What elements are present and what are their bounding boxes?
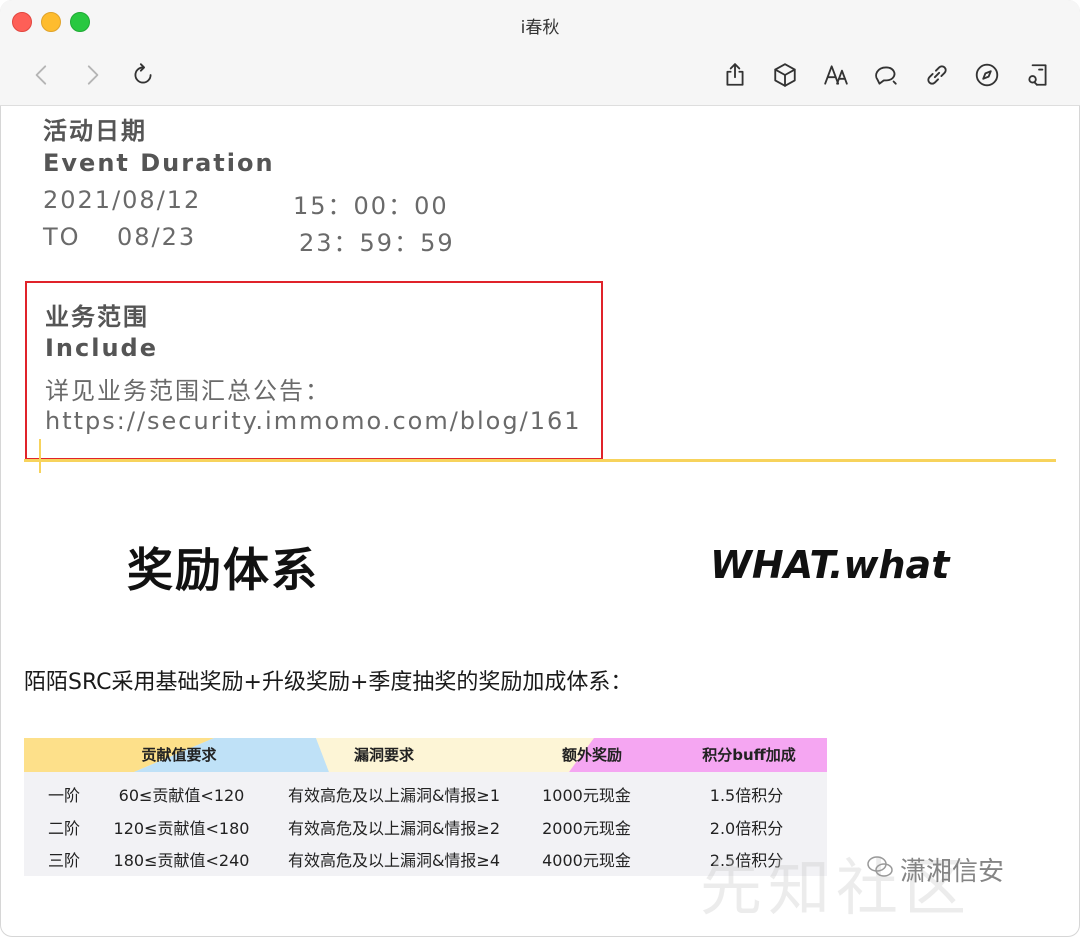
event-label-en: Event Duration: [43, 149, 275, 177]
back-icon[interactable]: [26, 59, 58, 91]
table-header-vuln: 漏洞要求: [353, 746, 414, 764]
scope-url[interactable]: https://security.immomo.com/blog/161: [45, 407, 582, 435]
scope-highlight-box: 业务范围 Include 详见业务范围汇总公告： https://securit…: [25, 281, 603, 460]
table-cell: 一阶: [47, 786, 80, 805]
compass-icon[interactable]: [971, 59, 1003, 91]
scope-label-en: Include: [45, 334, 159, 362]
title-bar: i春秋: [0, 0, 1080, 106]
page-content: 活动日期 Event Duration 2021/08/12 15：00：00 …: [0, 106, 1080, 937]
event-start-date: 2021/08/12: [43, 186, 202, 214]
table-cell: 有效高危及以上漏洞&情报≥4: [287, 851, 501, 870]
forward-icon[interactable]: [76, 59, 108, 91]
table-header: 贡献值要求 漏洞要求 额外奖励 积分buff加成: [24, 738, 827, 772]
reload-icon[interactable]: [127, 59, 159, 91]
table-cell: 180≤贡献值<240: [113, 851, 250, 870]
event-label-cn: 活动日期: [43, 117, 147, 145]
reader-icon[interactable]: [1022, 59, 1054, 91]
table-cell: 有效高危及以上漏洞&情报≥2: [287, 819, 501, 838]
window-title: i春秋: [520, 18, 560, 38]
watermark-account-name: 潇湘信安: [900, 857, 1005, 887]
table-cell: 二阶: [47, 819, 80, 838]
yellow-divider-tick: [39, 439, 41, 473]
watermark: 先知社区 潇湘信安: [700, 837, 1060, 927]
font-size-icon[interactable]: [820, 59, 852, 91]
event-end-date: 08/23: [117, 223, 197, 251]
table-cell: 4000元现金: [542, 851, 631, 870]
event-start-time: 15：00：00: [293, 192, 449, 220]
table-header-contribution: 贡献值要求: [141, 746, 217, 764]
reward-heading-en: WHAT.what: [710, 543, 950, 587]
yellow-divider: [24, 459, 1056, 462]
table-header-buff: 积分buff加成: [702, 746, 796, 764]
cube-icon[interactable]: [769, 59, 801, 91]
table-cell: 120≤贡献值<180: [113, 819, 250, 838]
table-cell: 2000元现金: [542, 819, 631, 838]
scope-label-cn: 业务范围: [45, 303, 149, 331]
table-cell: 1.5倍积分: [709, 786, 784, 805]
table-header-extra-reward: 额外奖励: [561, 746, 622, 764]
link-icon[interactable]: [921, 59, 953, 91]
event-end-time: 23：59：59: [299, 229, 455, 257]
reward-heading-cn: 奖励体系: [127, 543, 319, 597]
event-end-prefix: TO: [43, 223, 81, 251]
reward-description: 陌陌SRC采用基础奖励+升级奖励+季度抽奖的奖励加成体系：: [24, 670, 633, 695]
table-cell: 1000元现金: [542, 786, 631, 805]
table-cell: 60≤贡献值<120: [118, 786, 245, 805]
scope-note: 详见业务范围汇总公告：: [45, 377, 331, 405]
table-cell: 有效高危及以上漏洞&情报≥1: [287, 786, 501, 805]
share-icon[interactable]: [719, 59, 751, 91]
wechat-icon: [865, 852, 895, 882]
comment-icon[interactable]: [870, 59, 902, 91]
table-cell: 三阶: [47, 851, 80, 870]
browser-window: i春秋 活动日期 Event Duration 2021/08/12 15：00…: [0, 0, 1080, 937]
